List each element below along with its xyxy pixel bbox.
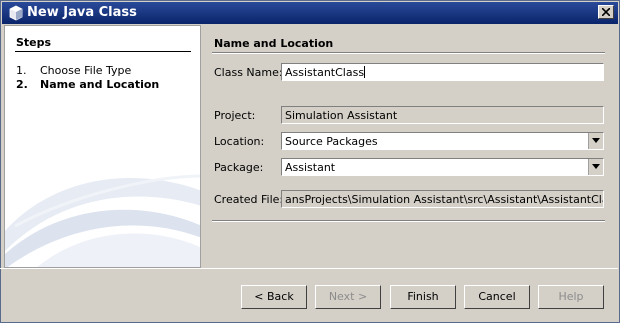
package-value: Assistant <box>285 161 336 174</box>
project-label: Project: <box>214 109 256 122</box>
step-number: 2. <box>16 78 28 91</box>
button-bar-separator <box>0 268 618 269</box>
decorative-swoosh-image <box>5 174 200 267</box>
steps-divider <box>15 51 191 52</box>
location-value: Source Packages <box>285 135 378 148</box>
location-label: Location: <box>214 135 265 148</box>
class-name-label: Class Name: <box>214 66 283 79</box>
help-button[interactable]: Help <box>538 285 604 309</box>
section-heading: Name and Location <box>214 37 334 50</box>
next-button[interactable]: Next > <box>315 285 381 309</box>
step-item-name-and-location: 2. Name and Location <box>16 78 159 91</box>
project-field: Simulation Assistant <box>281 106 604 124</box>
steps-heading: Steps <box>16 36 52 49</box>
cancel-button[interactable]: Cancel <box>464 285 530 309</box>
step-item-choose-file-type: 1. Choose File Type <box>16 64 131 77</box>
step-label: Name and Location <box>40 78 160 91</box>
class-name-input[interactable]: AssistantClass <box>281 63 604 81</box>
package-label: Package: <box>214 161 264 174</box>
back-button[interactable]: < Back <box>241 285 307 309</box>
section-divider-highlight <box>212 53 605 54</box>
java-cup-icon <box>8 5 24 21</box>
location-dropdown-button[interactable] <box>588 133 603 149</box>
package-select[interactable]: Assistant <box>281 158 604 176</box>
class-name-value: AssistantClass <box>285 66 365 79</box>
created-file-label: Created File: <box>214 193 284 206</box>
window-title: New Java Class <box>27 5 137 20</box>
chevron-down-icon <box>592 164 600 169</box>
created-file-field: ansProjects\Simulation Assistant\src\Ass… <box>281 190 604 208</box>
step-number: 1. <box>16 64 27 77</box>
package-dropdown-button[interactable] <box>588 159 603 175</box>
steps-panel: Steps 1. Choose File Type 2. Name and Loca… <box>4 25 201 268</box>
title-bar[interactable]: New Java Class <box>2 2 618 24</box>
location-select[interactable]: Source Packages <box>281 132 604 150</box>
created-file-value: ansProjects\Simulation Assistant\src\Ass… <box>285 193 603 206</box>
finish-button[interactable]: Finish <box>390 285 456 309</box>
text-caret <box>364 66 366 78</box>
chevron-down-icon <box>592 138 600 143</box>
project-value: Simulation Assistant <box>285 109 398 122</box>
close-button[interactable] <box>598 5 614 19</box>
step-label: Choose File Type <box>40 64 132 77</box>
form-bottom-divider-highlight <box>212 221 605 222</box>
close-icon <box>602 8 610 16</box>
